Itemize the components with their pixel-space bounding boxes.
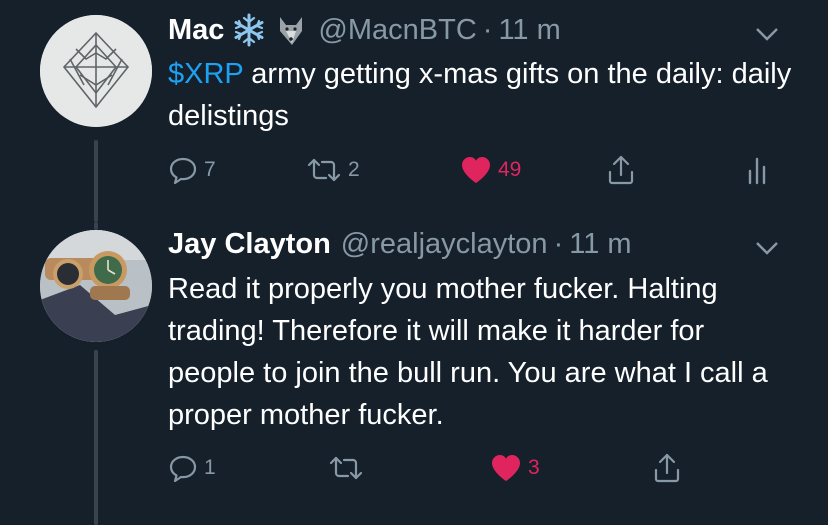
cashtag-link[interactable]: $XRP bbox=[168, 58, 243, 90]
username-handle[interactable]: @MacnBTC bbox=[318, 14, 476, 47]
thread-line-top bbox=[94, 222, 98, 230]
like-count: 49 bbox=[498, 158, 522, 181]
tweet-header: Jay Clayton @realjayclayton · 11 m bbox=[168, 224, 632, 264]
avatar[interactable] bbox=[40, 15, 152, 127]
snowflake-emoji-icon bbox=[232, 13, 266, 47]
chevron-down-icon[interactable] bbox=[754, 20, 780, 46]
analytics-icon bbox=[748, 157, 766, 185]
retweet-button[interactable]: 2 bbox=[306, 150, 360, 190]
chevron-down-icon[interactable] bbox=[754, 234, 780, 260]
display-name[interactable]: Mac bbox=[168, 14, 224, 47]
heart-filled-icon bbox=[462, 157, 490, 183]
analytics-button[interactable] bbox=[746, 150, 772, 190]
like-button[interactable]: 3 bbox=[490, 448, 540, 488]
tweet-body: army getting x-mas gifts on the daily: d… bbox=[168, 58, 792, 132]
display-name[interactable]: Jay Clayton bbox=[168, 228, 331, 261]
like-count: 3 bbox=[528, 456, 540, 479]
reply-count: 1 bbox=[204, 456, 216, 479]
wolf-logo-icon bbox=[40, 15, 152, 127]
reply-icon bbox=[169, 157, 197, 185]
thread-line bbox=[94, 350, 98, 525]
reply-button[interactable]: 1 bbox=[168, 448, 216, 488]
thread-line bbox=[94, 140, 98, 222]
separator-dot: · bbox=[553, 227, 564, 260]
wolf-emoji-icon bbox=[274, 13, 308, 47]
separator-dot: · bbox=[482, 13, 493, 46]
heart-filled-icon bbox=[492, 455, 520, 481]
tweet-jay-clayton[interactable]: Jay Clayton @realjayclayton · 11 m Read … bbox=[0, 222, 828, 525]
action-bar: 7 2 49 bbox=[168, 150, 778, 190]
retweet-button[interactable] bbox=[328, 448, 370, 488]
tweet-text: Read it properly you mother fucker. Halt… bbox=[168, 273, 768, 431]
reply-icon bbox=[169, 455, 197, 483]
tweet-header: Mac @MacnBTC · 11 m bbox=[168, 10, 561, 50]
tweet-text: $XRP army getting x-mas gifts on the dai… bbox=[168, 53, 798, 137]
timestamp[interactable]: 11 m bbox=[569, 228, 631, 261]
share-icon bbox=[654, 453, 680, 483]
retweet-count: 2 bbox=[348, 158, 360, 181]
username-handle[interactable]: @realjayclayton bbox=[341, 228, 548, 261]
avatar[interactable] bbox=[40, 230, 152, 342]
like-button[interactable]: 49 bbox=[460, 150, 521, 190]
action-bar: 1 3 bbox=[168, 448, 778, 488]
tweet-mac[interactable]: Mac @MacnBTC · 11 m $XRP army getting x-… bbox=[0, 0, 828, 222]
reply-count: 7 bbox=[204, 158, 216, 181]
timestamp[interactable]: 11 m bbox=[498, 14, 560, 47]
share-icon bbox=[608, 155, 634, 185]
watch-photo-icon bbox=[40, 230, 152, 342]
retweet-icon bbox=[307, 158, 341, 182]
share-button[interactable] bbox=[652, 448, 682, 488]
share-button[interactable] bbox=[606, 150, 636, 190]
reply-button[interactable]: 7 bbox=[168, 150, 216, 190]
retweet-icon bbox=[329, 456, 363, 480]
